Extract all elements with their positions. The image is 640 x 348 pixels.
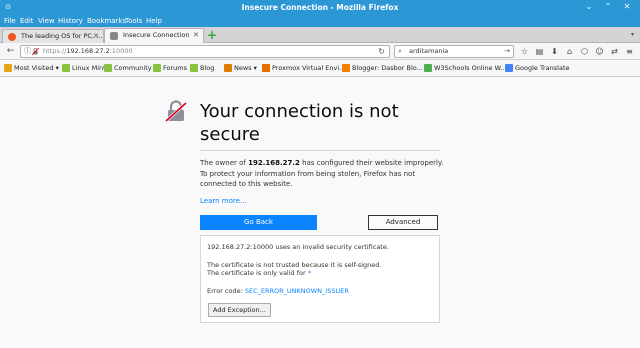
error-heading: Your connection is not secure [200,101,399,145]
url-text: https://192.168.27.2:10000 [43,47,133,55]
bookmark-linux-mint[interactable]: Linux Mint [62,62,106,74]
divider [200,150,440,151]
search-input[interactable]: arditamania [409,46,448,57]
menu-file[interactable]: File [4,16,16,26]
window-title: Insecure Connection - Mozilla Firefox [241,3,399,12]
search-icon: ⌕ [398,47,402,55]
hamburger-menu-icon[interactable]: ≡ [624,46,635,57]
menu-help[interactable]: Help [146,16,162,26]
bookmark-google-translate[interactable]: Google Translate [505,62,570,74]
list-all-tabs-icon[interactable]: ▾ [631,31,634,38]
navigation-toolbar: ← ⓘ https://192.168.27.2:10000 ↻ ⌕ ardit… [0,43,640,60]
sync-icon[interactable]: ⇄ [609,46,620,57]
bookmark-news[interactable]: News ▾ [224,62,257,74]
add-exception-button[interactable]: Add Exception... [208,303,271,317]
menu-edit[interactable]: Edit [20,16,34,26]
tab-ubuntu[interactable]: The leading OS for PC, ... ✕ [2,29,104,43]
search-go-arrow-icon[interactable]: → [504,46,510,57]
bookmark-community[interactable]: Community [104,62,152,74]
bookmark-most-visited[interactable]: Most Visited ▾ [4,62,59,74]
advanced-button[interactable]: Advanced [368,215,438,230]
reload-icon[interactable]: ↻ [378,46,385,57]
title-bar: ⊙ Insecure Connection - Mozilla Firefox … [0,0,640,15]
search-bar[interactable]: ⌕ arditamania → [394,45,514,58]
smiley-feedback-icon[interactable]: ☺ [594,46,605,57]
bookmark-blogger[interactable]: Blogger: Dasbor Blo... [342,62,423,74]
maximize-button[interactable]: ⌃ [603,2,613,12]
insecure-lock-icon[interactable] [32,48,39,55]
bookmarks-toolbar: Most Visited ▾ Linux Mint Community Foru… [0,60,640,77]
warning-favicon-icon [110,32,118,40]
bookmark-proxmox[interactable]: Proxmox Virtual Envi... [262,62,345,74]
go-back-button[interactable]: Go Back [200,215,317,230]
close-tab-icon[interactable]: ✕ [93,30,99,43]
proxmox-x-icon [262,64,270,72]
bookmark-blog[interactable]: Blog [190,62,214,74]
site-info-icon[interactable]: ⓘ [24,46,31,57]
tab-label: The leading OS for PC, ... [21,32,103,40]
tab-insecure-connection[interactable]: Insecure Connection ✕ [104,28,204,43]
menu-tools[interactable]: Tools [125,16,142,26]
url-bar[interactable]: ⓘ https://192.168.27.2:10000 ↻ [20,45,390,58]
menu-view[interactable]: View [38,16,55,26]
bookmark-w3schools[interactable]: W3Schools Online W... [424,62,507,74]
error-description: The owner of 192.168.27.2 has configured… [200,159,444,188]
ubuntu-favicon-icon [8,33,16,41]
bookmark-forums[interactable]: Forums [153,62,187,74]
error-code-link[interactable]: SEC_ERROR_UNKNOWN_ISSUER [245,287,349,295]
advanced-details-panel: 192.168.27.2:10000 uses an invalid secur… [200,235,440,323]
back-arrow-icon[interactable]: ← [4,45,17,58]
linux-mint-icon [62,64,70,72]
menu-bar: File Edit View History Bookmarks Tools H… [0,15,640,27]
rss-feed-icon [224,64,232,72]
close-window-button[interactable]: ✕ [622,2,632,12]
pocket-icon[interactable]: ⬡ [579,46,590,57]
invalid-certificate-text: 192.168.27.2:10000 uses an invalid secur… [207,243,389,251]
minimize-button[interactable]: ⌄ [584,2,594,12]
valid-for-text: The certificate is only valid for * [207,269,311,277]
error-code-line: Error code: SEC_ERROR_UNKNOWN_ISSUER [207,287,349,295]
w3schools-icon [424,64,432,72]
tab-label: Insecure Connection [123,31,190,39]
menu-bookmarks[interactable]: Bookmarks [87,16,126,26]
google-translate-icon [505,64,513,72]
broken-lock-warning-icon [165,100,187,122]
linux-mint-icon [104,64,112,72]
close-tab-icon[interactable]: ✕ [193,29,199,42]
valid-for-link[interactable]: * [308,269,311,277]
self-signed-text: The certificate is not trusted because i… [207,261,382,269]
learn-more-link[interactable]: Learn more… [200,197,247,205]
star-bookmark-icon[interactable]: ☆ [519,46,530,57]
new-tab-plus-icon[interactable]: + [206,29,218,41]
linux-mint-icon [153,64,161,72]
download-icon[interactable]: ⬇ [549,46,560,57]
folder-icon [4,64,12,72]
linux-mint-icon [190,64,198,72]
blogger-icon [342,64,350,72]
reader-list-icon[interactable]: ▤ [534,46,545,57]
menu-history[interactable]: History [58,16,83,26]
home-icon[interactable]: ⌂ [564,46,575,57]
